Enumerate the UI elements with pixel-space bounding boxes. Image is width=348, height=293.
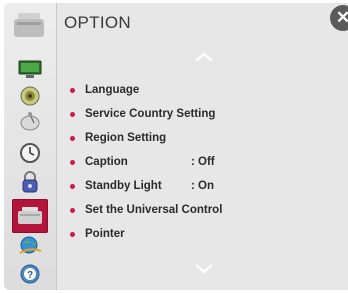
- settings-sidebar: ?: [4, 3, 57, 290]
- bullet-icon: [70, 232, 75, 237]
- scroll-down-arrow-icon[interactable]: [194, 262, 214, 274]
- menu-item-value: : Off: [191, 156, 215, 168]
- bullet-icon: [70, 88, 75, 93]
- network-icon[interactable]: [17, 235, 43, 257]
- bullet-icon: [70, 184, 75, 189]
- option-header-icon: [10, 9, 50, 43]
- option-menu-panel: ? OPTION ✕ Language Service Country Sett…: [4, 3, 348, 290]
- bullet-icon: [70, 160, 75, 165]
- menu-item-label: Caption: [85, 156, 128, 168]
- menu-item-label: Service Country Setting: [85, 108, 216, 120]
- sound-icon[interactable]: [17, 85, 43, 107]
- menu-item-label: Language: [85, 84, 140, 96]
- menu-item-label: Region Setting: [85, 132, 167, 144]
- menu-item-value: : On: [191, 180, 214, 192]
- bullet-icon: [70, 136, 75, 141]
- menu-item-label: Pointer: [85, 228, 125, 240]
- picture-icon[interactable]: [17, 59, 43, 81]
- support-icon[interactable]: ?: [17, 263, 43, 285]
- bullet-icon: [70, 208, 75, 213]
- menu-item-label: Standby Light: [85, 180, 162, 192]
- bullet-icon: [70, 112, 75, 117]
- channel-icon[interactable]: [17, 111, 43, 133]
- close-button[interactable]: ✕: [330, 5, 348, 31]
- page-title: OPTION: [64, 13, 131, 32]
- scroll-up-arrow-icon[interactable]: [194, 50, 214, 62]
- close-icon[interactable]: ✕: [336, 8, 348, 27]
- menu-item-label: Set the Universal Control: [85, 204, 223, 216]
- option-icon[interactable]: [12, 199, 48, 233]
- svg-text:?: ?: [27, 270, 33, 281]
- time-icon[interactable]: [17, 142, 43, 164]
- lock-icon[interactable]: [17, 171, 43, 193]
